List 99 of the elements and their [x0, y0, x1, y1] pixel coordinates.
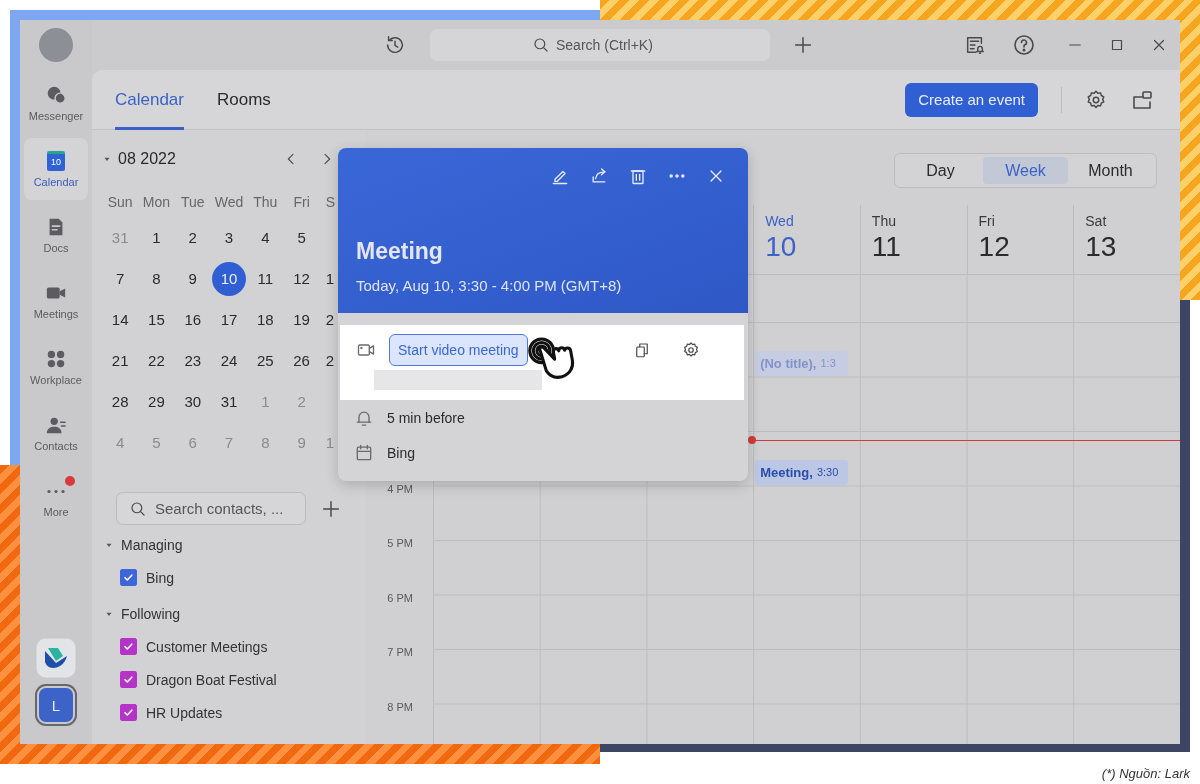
calendar-day[interactable]: 28 [103, 384, 138, 419]
calendar-day[interactable]: 2 [175, 220, 210, 255]
calendar-day[interactable]: 2 [319, 343, 335, 378]
search-field[interactable]: Search (Ctrl+K) [430, 29, 770, 61]
date-number[interactable]: 13 [1085, 231, 1180, 263]
history-icon[interactable] [384, 34, 406, 56]
sidebar-item[interactable]: Meetings [24, 270, 88, 332]
tab[interactable]: Rooms [217, 70, 271, 130]
more-dots-icon [46, 488, 66, 494]
weekday-label: Mon [142, 194, 171, 210]
view-option[interactable]: Day [898, 157, 983, 184]
calendar-day[interactable]: 19 [284, 302, 319, 337]
calendar-day[interactable]: 29 [139, 384, 174, 419]
weekday-label: Fri [978, 213, 996, 229]
calendar-day[interactable]: 12 [284, 261, 319, 296]
event-time: Today, Aug 10, 3:30 - 4:00 PM (GMT+8) [356, 277, 623, 294]
weekday-label: Thu [871, 213, 897, 229]
time-label: 4 PM [387, 482, 413, 495]
time-label: 8 PM [387, 700, 413, 713]
calendar-day[interactable]: 10 [212, 261, 247, 296]
checkbox[interactable] [120, 638, 137, 655]
notification-dot [65, 476, 75, 486]
calendar-day[interactable]: 21 [103, 343, 138, 378]
weekday-label: S [324, 194, 336, 210]
calendar-name: Bing [146, 569, 175, 586]
date-number[interactable]: 12 [978, 231, 1074, 263]
calendar-day[interactable]: 1 [319, 261, 335, 296]
calendar-day[interactable]: 8 [139, 261, 174, 296]
weekday-label: Tue [180, 194, 205, 210]
calendar-day[interactable]: 17 [212, 302, 247, 337]
sidebar-item[interactable]: Workplace [24, 336, 88, 398]
calendar-day[interactable]: 4 [248, 220, 283, 255]
weekday-label: Sat [1085, 213, 1108, 229]
calendar-icon [354, 442, 374, 463]
calendar-name: Bing [387, 444, 416, 461]
calendar-day[interactable]: 11 [248, 261, 283, 296]
start-video-button[interactable]: Start video meeting [389, 334, 528, 366]
sidebar-item[interactable]: More [24, 468, 88, 530]
month-picker[interactable]: 08 2022 [102, 150, 176, 168]
copy-icon[interactable] [633, 341, 651, 359]
create-event-button[interactable]: Create an event [905, 82, 1038, 117]
group-header[interactable]: Managing [102, 529, 365, 561]
sidebar-item[interactable]: Docs [24, 204, 88, 266]
search-icon [129, 499, 147, 518]
date-number[interactable]: 10 [765, 231, 860, 263]
calendar-day[interactable]: 26 [284, 343, 319, 378]
search-field[interactable]: Search contacts, ... [116, 492, 306, 525]
weekday-label: Thu [253, 194, 278, 210]
calendar-day[interactable]: 9 [175, 261, 210, 296]
settings-icon[interactable] [1085, 88, 1107, 111]
calendar-day[interactable]: 22 [139, 343, 174, 378]
chat-bubbles-icon [45, 84, 67, 106]
checkbox[interactable] [120, 569, 137, 586]
search-input[interactable]: Search contacts, ... [155, 500, 305, 517]
reminder-text: 5 min before [387, 409, 465, 426]
calendar-date-icon: 10 [47, 151, 65, 171]
time-label: 7 PM [387, 646, 413, 658]
calendar-name: Customer Meetings [146, 638, 268, 655]
calendar-day[interactable]: 7 [103, 261, 138, 296]
calendar-day[interactable]: 5 [284, 220, 319, 255]
calendar-day[interactable]: 16 [175, 302, 210, 337]
calendar-day[interactable]: 14 [103, 302, 138, 337]
calendar-name: Dragon Boat Festival [146, 671, 277, 688]
event-title: Meeting [356, 238, 444, 265]
sidebar-item[interactable]: Contacts [24, 402, 88, 464]
search-icon [532, 36, 550, 54]
help-icon[interactable] [1012, 33, 1036, 57]
calendar-day[interactable]: 18 [248, 302, 283, 337]
calendar-day[interactable]: 3 [212, 220, 247, 255]
calendar-day[interactable]: 1 [139, 220, 174, 255]
weekday-label: Wed [214, 194, 244, 210]
weekday-label: Sun [107, 194, 133, 210]
source-caption: (*) Nguồn: Lark [1100, 765, 1191, 783]
sidebar-item[interactable]: 10 Calendar [24, 138, 88, 200]
calendar-day[interactable]: 23 [175, 343, 210, 378]
time-label: 5 PM [387, 537, 413, 549]
plus-icon[interactable] [792, 34, 814, 56]
event-chip[interactable]: Meeting, 3:30 [755, 459, 848, 485]
app-grid-icon [45, 348, 67, 370]
calendar-day[interactable]: 30 [175, 384, 210, 419]
weekday-label: Wed [765, 213, 795, 229]
calendar-day[interactable]: 25 [248, 343, 283, 378]
view-option[interactable]: Month [1068, 157, 1153, 184]
checkbox[interactable] [120, 704, 137, 721]
calendar-day[interactable]: 15 [139, 302, 174, 337]
time-label: 6 PM [387, 591, 413, 604]
calendar-day[interactable]: 2 [319, 302, 335, 337]
app-logo-icon[interactable] [36, 638, 76, 678]
date-number[interactable]: 11 [871, 231, 967, 263]
checkbox[interactable] [120, 671, 137, 688]
weekday-label: Fri [293, 194, 310, 210]
settings-icon[interactable] [682, 341, 700, 359]
calendar-day[interactable]: 31 [212, 384, 247, 419]
sidebar-item[interactable]: Messenger [24, 72, 88, 134]
group-header[interactable]: Following [102, 598, 365, 630]
calendar-day[interactable]: 24 [212, 343, 247, 378]
search-input[interactable]: Search (Ctrl+K) [556, 37, 668, 53]
calendar-name: HR Updates [146, 704, 223, 721]
notification-list-icon[interactable] [964, 34, 986, 56]
